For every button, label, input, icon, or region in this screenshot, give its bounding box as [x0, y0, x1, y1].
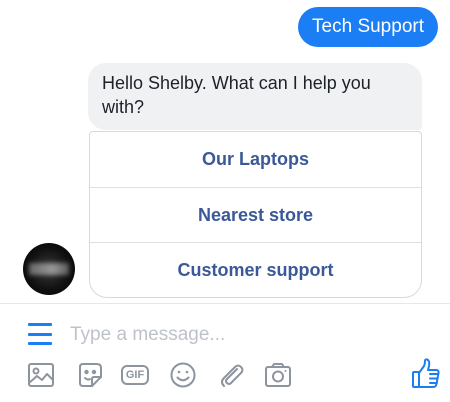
- attachment-icon[interactable]: [216, 360, 246, 390]
- quick-replies-card: Our Laptops Nearest store Customer suppo…: [89, 131, 422, 298]
- like-icon[interactable]: [410, 357, 442, 391]
- quick-reply-customer-support[interactable]: Customer support: [90, 242, 421, 297]
- quick-reply-our-laptops[interactable]: Our Laptops: [90, 132, 421, 187]
- menu-icon[interactable]: [28, 323, 52, 345]
- avatar[interactable]: [23, 243, 75, 295]
- image-icon[interactable]: [26, 360, 56, 390]
- composer-divider: [0, 303, 450, 304]
- gif-icon[interactable]: GIF: [119, 360, 151, 390]
- camera-icon[interactable]: [263, 360, 293, 390]
- quick-reply-nearest-store[interactable]: Nearest store: [90, 187, 421, 242]
- received-message-bubble: Hello Shelby. What can I help you with?: [88, 63, 422, 130]
- message-input[interactable]: [70, 321, 370, 349]
- sent-message-bubble: Tech Support: [298, 7, 438, 47]
- sticker-icon[interactable]: [75, 360, 105, 390]
- emoji-icon[interactable]: [168, 360, 198, 390]
- gif-label: GIF: [120, 365, 150, 385]
- avatar-logo: [29, 263, 69, 275]
